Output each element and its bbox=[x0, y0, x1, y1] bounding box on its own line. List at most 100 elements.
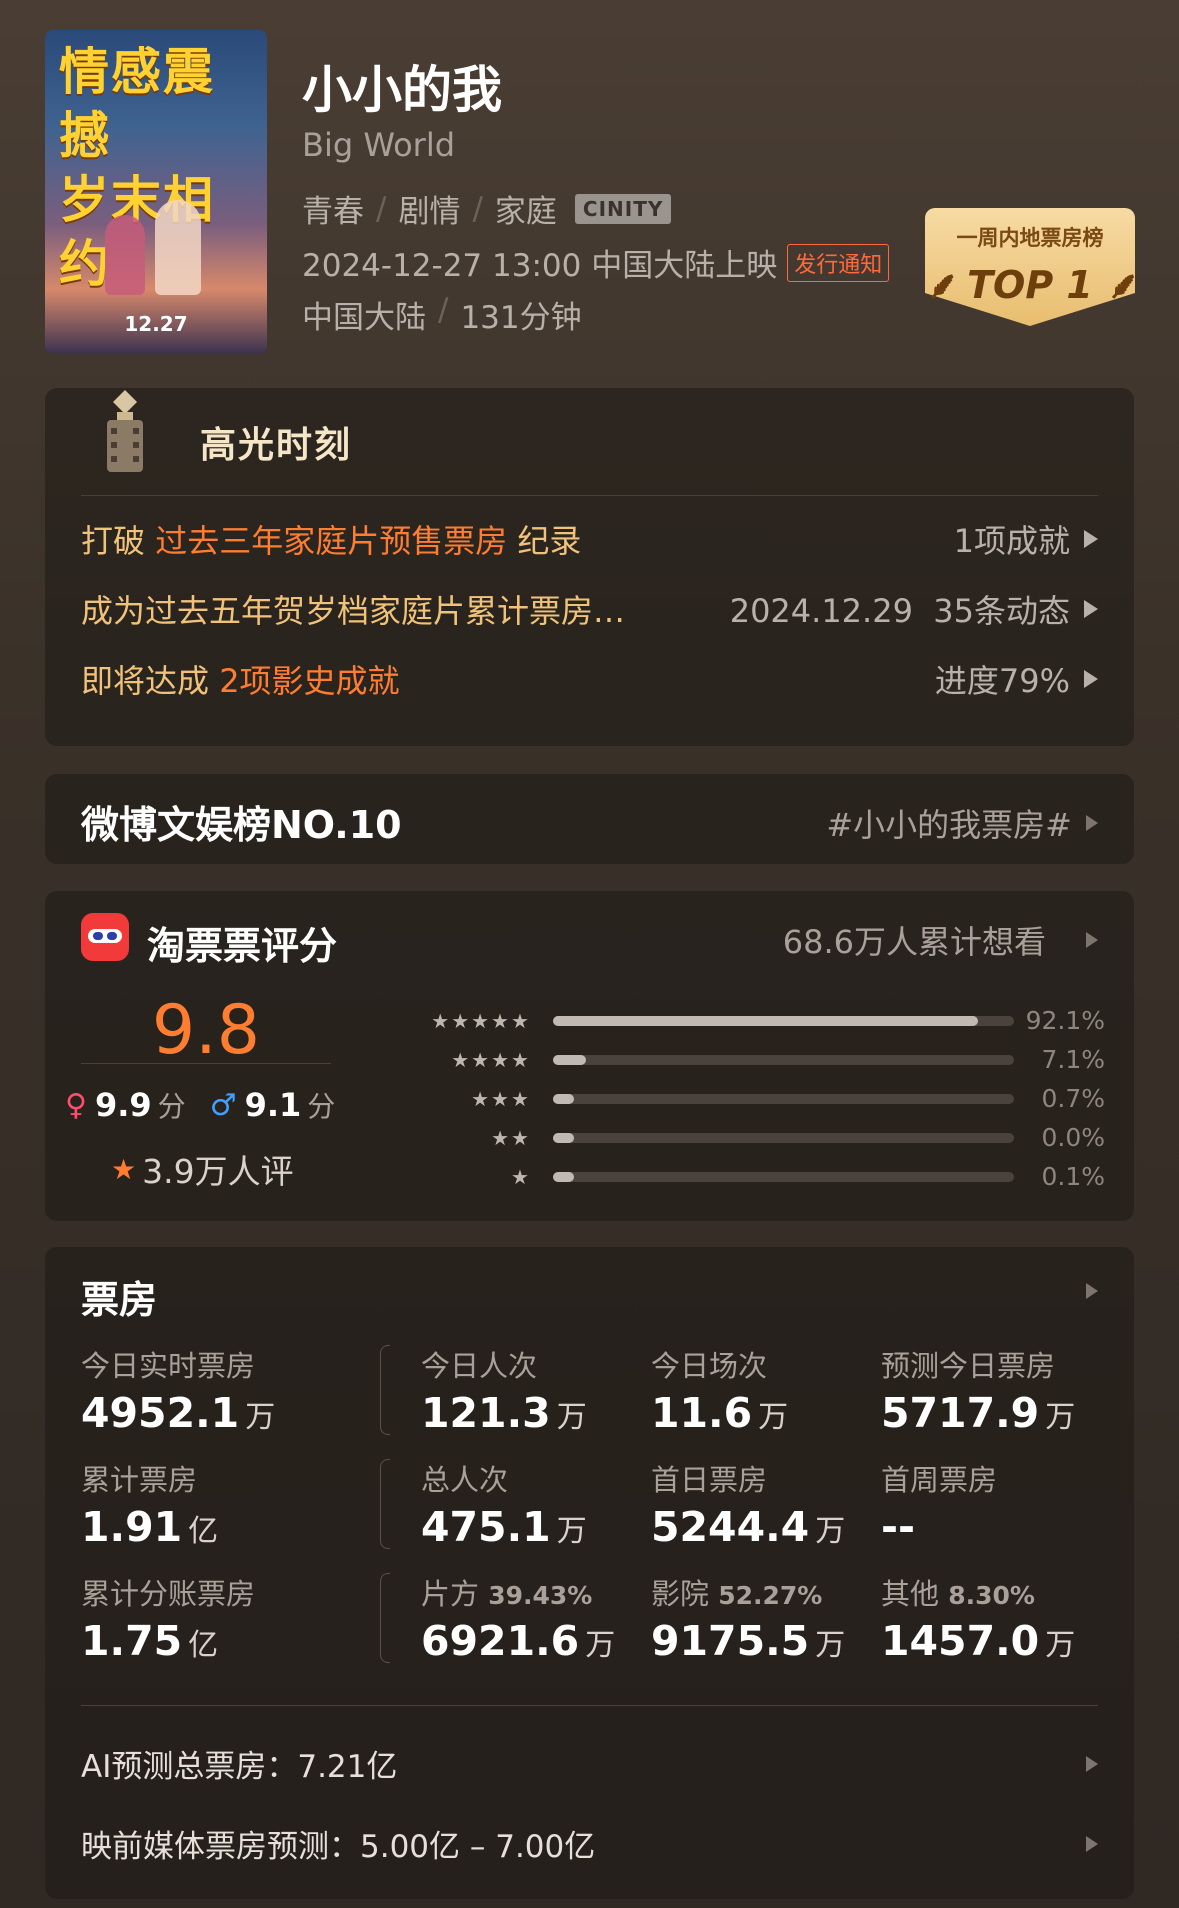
distribution-fill bbox=[552, 1132, 574, 1143]
media-forecast-row[interactable]: 映前媒体票房预测：5.00亿 – 7.00亿 bbox=[81, 1821, 1098, 1866]
stat-label: 片方 39.43% bbox=[421, 1577, 593, 1611]
stat-unit: 万 bbox=[815, 1628, 846, 1663]
highlight-text: 即将达成 2项影史成就 bbox=[81, 662, 400, 700]
laurel-icon: ⸙ bbox=[1092, 263, 1135, 307]
rank-badge[interactable]: 一周内地票房榜 ⸙ TOP 1 ⸙ bbox=[925, 208, 1135, 326]
female-score: 9.9 bbox=[94, 1086, 152, 1124]
box-office-stat: 其他 8.30% 1457.0 万 bbox=[881, 1571, 1075, 1665]
stat-label: 今日场次 bbox=[651, 1349, 768, 1383]
stat-label: 今日实时票房 bbox=[81, 1349, 256, 1383]
stat-label: 首周票房 bbox=[881, 1463, 998, 1497]
rating-title: 淘票票评分 bbox=[147, 924, 338, 968]
highlights-card: 高光时刻 打破 过去三年家庭片预售票房 纪录 1项成就 成为过去五年贺岁档家庭片… bbox=[45, 388, 1134, 746]
stat-unit: 万 bbox=[815, 1514, 846, 1549]
poster-figure bbox=[105, 215, 145, 295]
distribution-percent: 0.7% bbox=[1041, 1084, 1105, 1113]
weibo-topic-link[interactable]: #小小的我票房# bbox=[826, 800, 1098, 846]
stat-value: 5244.4 万 bbox=[651, 1503, 846, 1551]
weibo-rank-card[interactable]: 微博文娱榜NO.10 #小小的我票房# bbox=[45, 774, 1134, 864]
release-notice-button[interactable]: 发行通知 bbox=[787, 243, 890, 282]
stat-unit: 万 bbox=[245, 1400, 276, 1435]
box-office-stat: 片方 39.43% 6921.6 万 bbox=[421, 1571, 615, 1665]
highlight-text: 打破 过去三年家庭片预售票房 纪录 bbox=[81, 522, 582, 560]
stat-label: 今日人次 bbox=[421, 1349, 538, 1383]
distribution-fill bbox=[552, 1015, 978, 1026]
stat-label: 首日票房 bbox=[651, 1463, 768, 1497]
distribution-bar bbox=[552, 1132, 1014, 1143]
distribution-bar bbox=[552, 1093, 1014, 1104]
rank-badge-value: ⸙ TOP 1 ⸙ bbox=[925, 263, 1135, 307]
box-office-stat: 今日人次 121.3 万 bbox=[421, 1343, 587, 1437]
divider bbox=[81, 1063, 331, 1064]
stat-label: 预测今日票房 bbox=[881, 1349, 1056, 1383]
stat-label: 累计分账票房 bbox=[81, 1577, 256, 1611]
star-icon: ★ bbox=[111, 1152, 137, 1186]
overall-score: 9.8 bbox=[151, 991, 261, 1070]
release-date: 2024-12-27 13:00 中国大陆上映 bbox=[302, 248, 778, 284]
distribution-row: ★★★★ 7.1% bbox=[345, 1040, 1105, 1079]
gender-scores: ♀ 9.9 分 ♂ 9.1 分 bbox=[65, 1086, 336, 1124]
stat-unit: 万 bbox=[1045, 1628, 1076, 1663]
distribution-row: ★ 0.1% bbox=[345, 1157, 1105, 1196]
highlight-row[interactable]: 打破 过去三年家庭片预售票房 纪录 1项成就 bbox=[81, 514, 1098, 564]
laurel-icon: ⸙ bbox=[925, 263, 968, 307]
arrow-right-icon bbox=[1086, 1835, 1098, 1852]
arrow-right-icon bbox=[1084, 600, 1098, 618]
distribution-fill bbox=[552, 1171, 574, 1182]
box-office-stat: 今日实时票房 4952.1 万 bbox=[81, 1343, 275, 1437]
highlight-text: 成为过去五年贺岁档家庭片累计票房… bbox=[81, 592, 626, 630]
divider bbox=[81, 1705, 1098, 1706]
arrow-right-icon bbox=[1084, 530, 1098, 548]
stat-unit: 万 bbox=[1045, 1400, 1076, 1435]
stat-value: 4952.1 万 bbox=[81, 1389, 276, 1437]
stat-unit: 万 bbox=[585, 1628, 616, 1663]
format-badge: CINITY bbox=[574, 193, 672, 224]
distribution-bar bbox=[552, 1171, 1014, 1182]
star-level: ★★★ bbox=[471, 1086, 531, 1111]
box-office-stat: 今日场次 11.6 万 bbox=[651, 1343, 788, 1437]
media-forecast: 映前媒体票房预测：5.00亿 – 7.00亿 bbox=[81, 1829, 596, 1865]
stat-value: 1.91 亿 bbox=[81, 1503, 219, 1551]
distribution-bar bbox=[552, 1015, 1014, 1026]
distribution-bar bbox=[552, 1054, 1014, 1065]
box-office-stat: 首日票房 5244.4 万 bbox=[651, 1457, 845, 1551]
trophy-film-icon bbox=[107, 390, 143, 472]
arrow-right-icon bbox=[1086, 932, 1098, 948]
box-office-stat: 累计票房 1.91 亿 bbox=[81, 1457, 218, 1551]
want-to-see-link[interactable]: 68.6万人累计想看 bbox=[783, 917, 1098, 963]
genre-line: 青春 / 剧情 / 家庭 CINITY bbox=[302, 186, 672, 231]
highlight-meta: 进度79% bbox=[935, 656, 1098, 702]
stat-share: 8.30% bbox=[948, 1581, 1035, 1610]
stat-value: 121.3 万 bbox=[421, 1389, 587, 1437]
highlight-row[interactable]: 成为过去五年贺岁档家庭片累计票房… 2024.12.29 35条动态 bbox=[81, 584, 1098, 634]
divider bbox=[81, 495, 1098, 496]
stat-unit: 万 bbox=[556, 1400, 587, 1435]
star-level: ★ bbox=[510, 1164, 531, 1189]
rating-card: 淘票票评分 68.6万人累计想看 9.8 ♀ 9.9 分 ♂ 9.1 分 ★ 3… bbox=[45, 891, 1134, 1221]
highlight-meta: 2024.12.29 35条动态 bbox=[730, 586, 1098, 632]
arrow-right-icon[interactable] bbox=[1086, 1283, 1098, 1299]
movie-title: 小小的我 bbox=[302, 61, 502, 119]
stat-unit: 万 bbox=[758, 1400, 789, 1435]
movie-poster[interactable]: 情感震撼 岁末相约 12.27 bbox=[45, 30, 267, 354]
distribution-row: ★★★ 0.7% bbox=[345, 1079, 1105, 1118]
bracket-divider bbox=[380, 1345, 390, 1435]
stat-unit: 亿 bbox=[188, 1514, 219, 1549]
arrow-right-icon bbox=[1086, 1755, 1098, 1772]
weibo-rank-label: 微博文娱榜NO.10 bbox=[81, 803, 402, 847]
distribution-fill bbox=[552, 1093, 574, 1104]
ai-forecast-row[interactable]: AI预测总票房：7.21亿 bbox=[81, 1741, 1098, 1786]
stat-label: 总人次 bbox=[421, 1463, 509, 1497]
poster-date: 12.27 bbox=[124, 312, 188, 336]
stat-unit: 万 bbox=[556, 1514, 587, 1549]
box-office-title: 票房 bbox=[81, 1278, 158, 1322]
genre-tag: 剧情 bbox=[398, 194, 461, 230]
star-level: ★★ bbox=[491, 1125, 531, 1150]
highlight-row[interactable]: 即将达成 2项影史成就 进度79% bbox=[81, 654, 1098, 704]
star-level: ★★★★ bbox=[451, 1047, 531, 1072]
release-line: 2024-12-27 13:00 中国大陆上映 发行通知 bbox=[302, 240, 890, 285]
rank-badge-label: 一周内地票房榜 bbox=[956, 226, 1104, 250]
region: 中国大陆 bbox=[302, 300, 426, 336]
separator: / bbox=[376, 190, 387, 227]
box-office-stat: 首周票房 -- bbox=[881, 1457, 997, 1551]
